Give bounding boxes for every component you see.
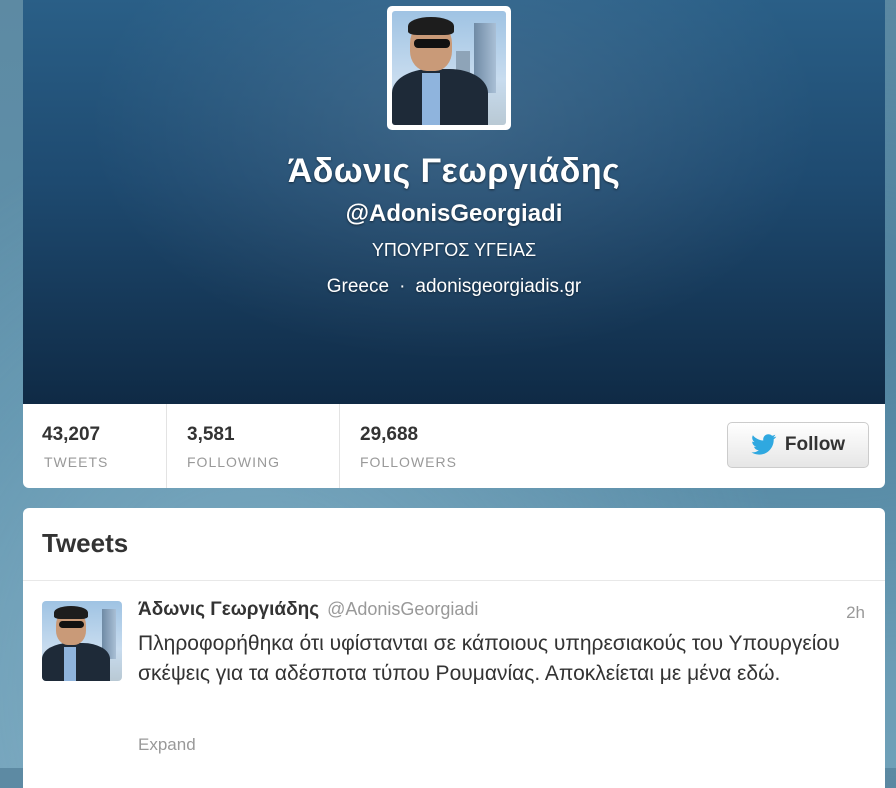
stat-tweets[interactable]: 43,207 TWEETS: [23, 404, 167, 488]
profile-screen-name[interactable]: @AdonisGeorgiadi: [23, 200, 885, 228]
twitter-bird-icon: [751, 434, 777, 455]
tweet-author-handle: @AdonisGeorgiadi: [327, 599, 479, 619]
stat-following-count: 3,581: [187, 424, 235, 445]
stat-following-label: FOLLOWING: [187, 454, 281, 470]
profile-website-link[interactable]: adonisgeorgiadis.gr: [415, 276, 581, 297]
avatar-photo: [392, 11, 506, 125]
meta-separator: ·: [399, 276, 406, 297]
tweet-timestamp[interactable]: 2h: [846, 603, 865, 623]
tweet-item[interactable]: Άδωνις Γεωργιάδης @AdonisGeorgiadi 2h Πλη…: [23, 581, 885, 781]
profile-card: Άδωνις Γεωργιάδης @AdonisGeorgiadi ΥΠΟΥΡ…: [23, 0, 885, 488]
profile-bio: ΥΠΟΥΡΓΟΣ ΥΓΕΙΑΣ: [371, 240, 537, 260]
stat-tweets-label: TWEETS: [44, 454, 109, 470]
tweets-section-title: Tweets: [42, 528, 129, 558]
profile-display-name: Άδωνις Γεωργιάδης: [287, 152, 621, 190]
profile-location: Greece: [326, 276, 390, 297]
follow-button-label: Follow: [784, 434, 846, 455]
stat-followers-count: 29,688: [360, 424, 419, 445]
stat-tweets-count: 43,207: [42, 424, 101, 445]
profile-header: Άδωνις Γεωργιάδης @AdonisGeorgiadi ΥΠΟΥΡ…: [23, 0, 885, 404]
profile-avatar[interactable]: [387, 6, 511, 130]
tweets-card: Tweets Άδωνις Γεωργιάδης @AdonisGeorgiadi…: [23, 508, 885, 788]
follow-button[interactable]: Follow: [727, 422, 869, 468]
tweet-expand-link[interactable]: Expand: [138, 735, 196, 755]
stat-followers-label: FOLLOWERS: [360, 454, 457, 470]
tweet-text: Πληροφορήθηκα ότι υφίστανται σε κάποιους…: [138, 632, 840, 685]
stat-following[interactable]: 3,581 FOLLOWING: [167, 404, 340, 488]
profile-stats-bar: 43,207 TWEETS 3,581 FOLLOWING 29,688 FOL…: [23, 404, 885, 488]
tweet-author-name: Άδωνις Γεωργιάδης: [138, 599, 320, 620]
profile-meta: Greece · adonisgeorgiadis.gr: [23, 276, 885, 298]
tweet-author[interactable]: Άδωνις Γεωργιάδης @AdonisGeorgiadi: [138, 599, 478, 621]
stat-followers[interactable]: 29,688 FOLLOWERS: [340, 404, 540, 488]
tweet-avatar[interactable]: [42, 601, 122, 681]
